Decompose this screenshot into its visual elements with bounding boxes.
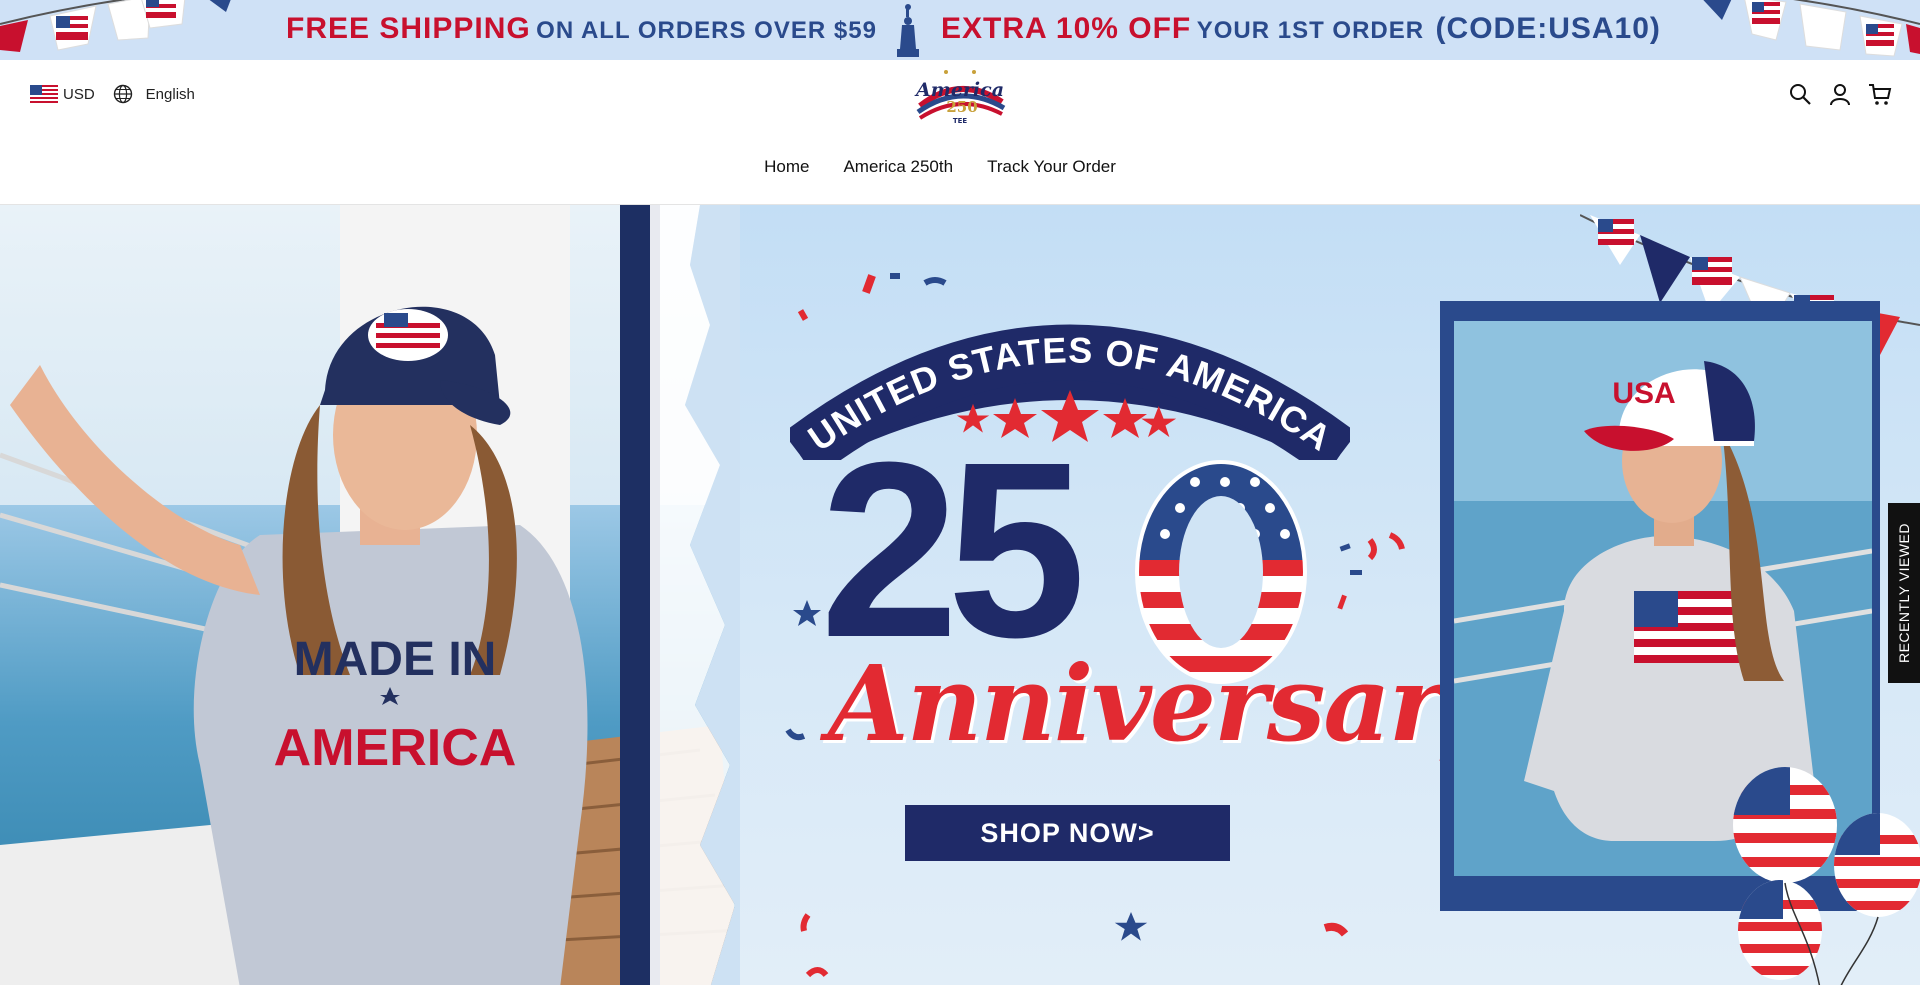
svg-text:TEE: TEE <box>953 117 968 125</box>
announcement-bar[interactable]: FREE SHIPPING ON ALL ORDERS OVER $59 EXT… <box>0 0 1920 60</box>
announcement-coupon-code: (CODE:USA10) <box>1435 12 1661 45</box>
announcement-free-shipping-emphasis: FREE SHIPPING <box>286 12 531 45</box>
hero-left-model-photo: MADE IN AMERICA <box>0 205 740 988</box>
recently-viewed-tab[interactable]: RECENTLY VIEWED <box>1888 503 1920 683</box>
locale-selector[interactable]: USD English <box>30 84 195 104</box>
hero-banner[interactable]: MADE IN AMERICA UNITED STATES OF AMERICA… <box>0 205 1920 988</box>
currency-label[interactable]: USD <box>63 86 95 103</box>
svg-text:250: 250 <box>946 98 977 116</box>
nav-item-america-250th[interactable]: America 250th <box>843 157 953 177</box>
statue-of-liberty-icon <box>897 4 919 57</box>
page-bottom-edge <box>0 985 1920 993</box>
account-icon[interactable] <box>1828 82 1852 106</box>
cap-text-usa: USA <box>1612 377 1675 410</box>
header-actions <box>1788 82 1892 106</box>
announcement-free-shipping-detail: ON ALL ORDERS OVER $59 <box>536 17 877 44</box>
bunting-left-decoration <box>0 0 231 52</box>
confetti-decoration <box>785 273 1405 978</box>
announcement-extra-off-detail: YOUR 1ST ORDER <box>1196 17 1425 44</box>
balloons-decoration <box>1733 767 1920 988</box>
shirt-text-made-in: MADE IN <box>294 633 497 686</box>
shop-now-button[interactable]: SHOP NOW> <box>905 805 1230 861</box>
nav-item-home[interactable]: Home <box>764 157 809 177</box>
recently-viewed-label[interactable]: RECENTLY VIEWED <box>1896 523 1912 663</box>
cart-icon[interactable] <box>1868 82 1892 106</box>
announcement-extra-off-emphasis: EXTRA 10% OFF <box>941 12 1192 45</box>
announcement-free-shipping: FREE SHIPPING ON ALL ORDERS OVER $59 <box>286 12 877 46</box>
language-label[interactable]: English <box>146 86 195 103</box>
shirt-text-america: AMERICA <box>274 719 517 777</box>
america-250-tee-logo[interactable]: America 250 TEE <box>910 68 1010 126</box>
announcement-extra-off: EXTRA 10% OFF YOUR 1ST ORDER (CODE:USA10… <box>941 12 1661 46</box>
bunting-right-decoration <box>1703 0 1920 57</box>
site-header: USD English America 250 TEE Home America <box>0 60 1920 205</box>
us-flag-icon[interactable] <box>30 85 58 103</box>
search-icon[interactable] <box>1788 82 1812 106</box>
nav-item-track-your-order[interactable]: Track Your Order <box>987 157 1116 177</box>
main-navigation: Home America 250th Track Your Order <box>0 157 1920 177</box>
globe-icon[interactable] <box>113 84 133 104</box>
